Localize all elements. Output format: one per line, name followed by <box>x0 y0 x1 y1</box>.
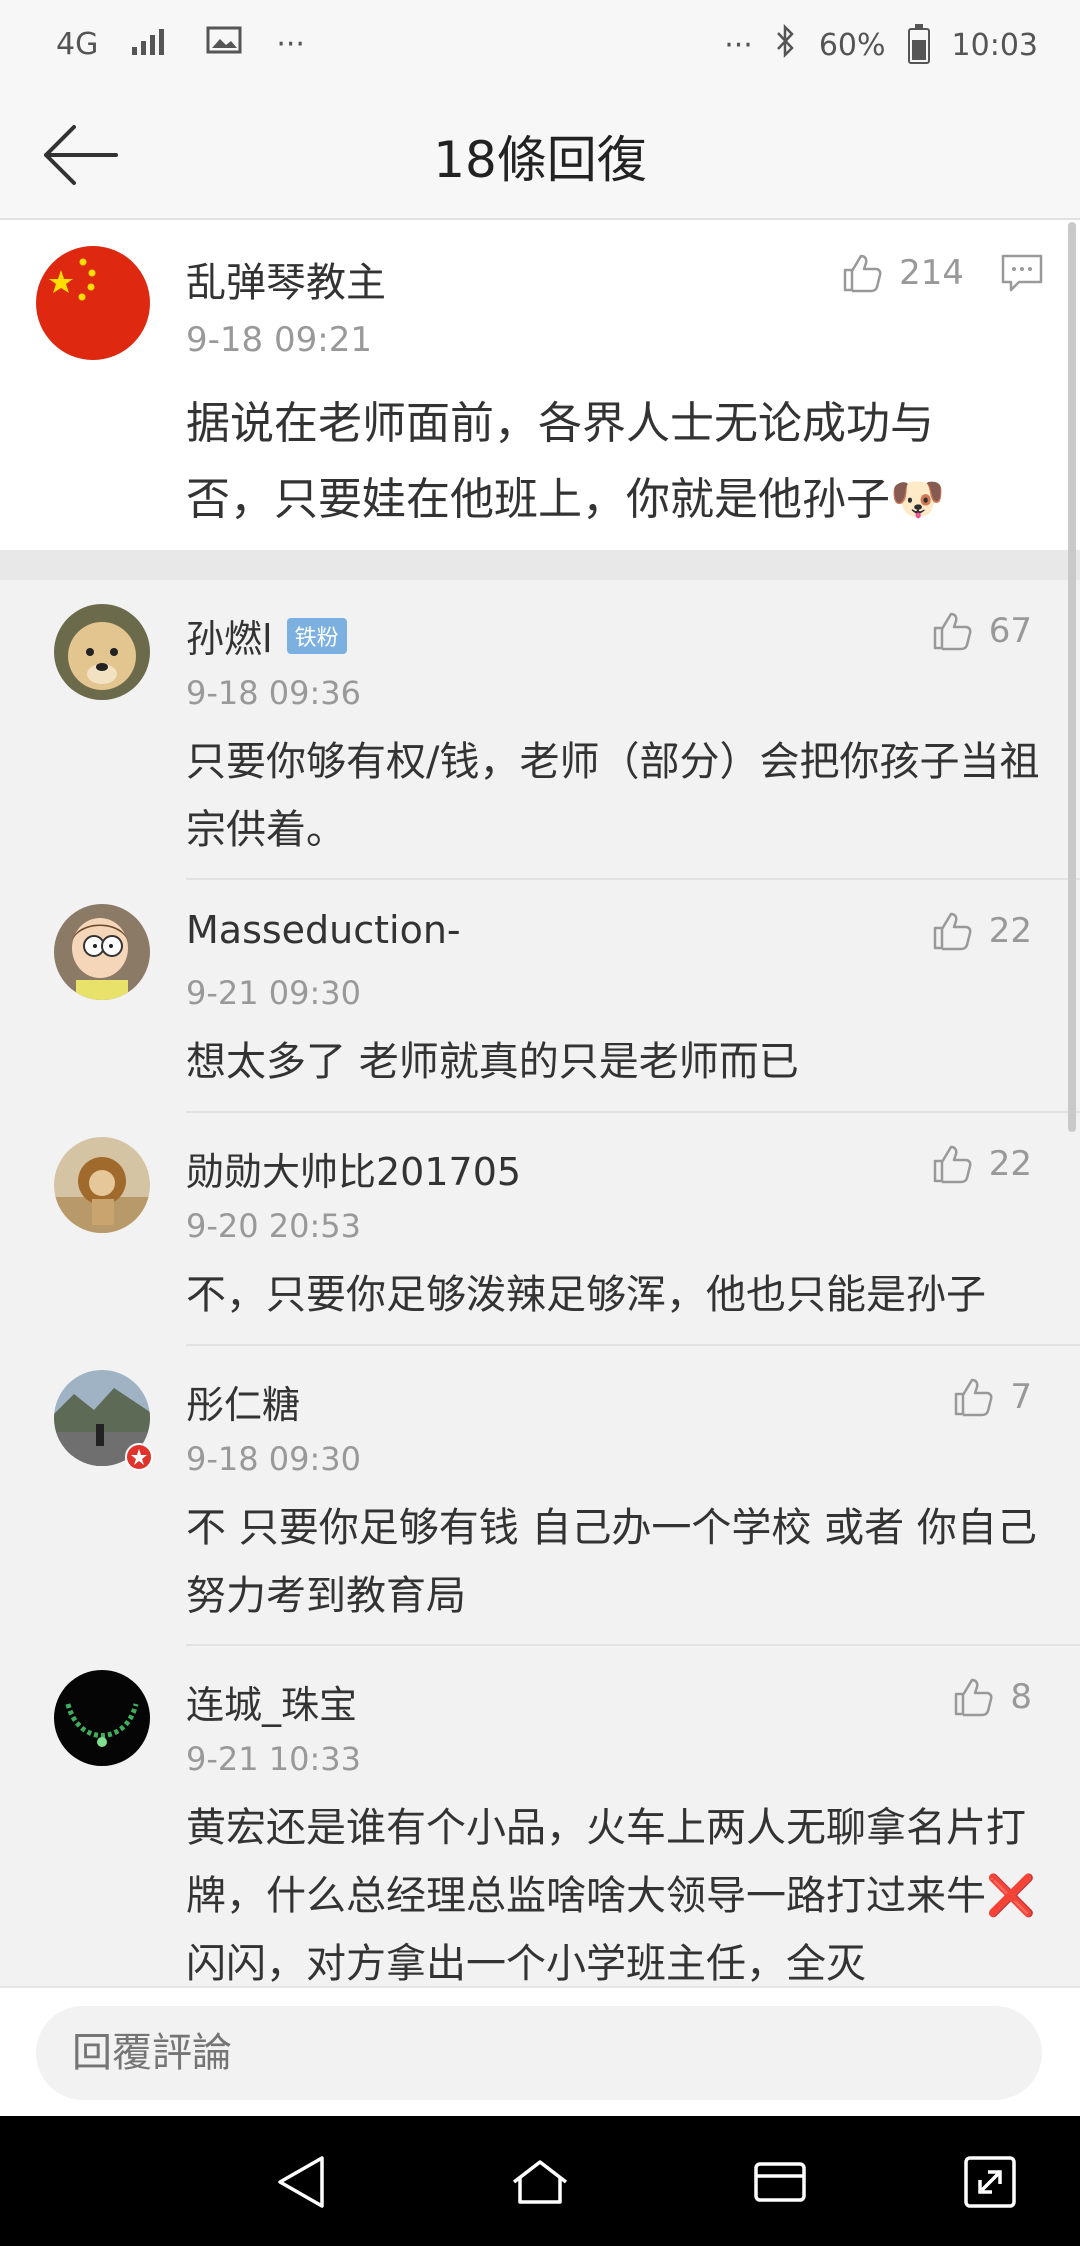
thumbs-up-icon <box>955 1378 993 1417</box>
battery-icon <box>907 23 930 64</box>
thumbs-up-icon <box>933 612 972 651</box>
reply-input-area <box>0 1986 1080 2118</box>
system-nav-bar <box>0 2116 1080 2246</box>
lion-dog-avatar-image <box>54 1137 150 1233</box>
nav-home-icon <box>512 2160 568 2204</box>
author-name[interactable]: 乱弹琴教主 <box>186 250 386 308</box>
comment-text: 想太多了 老师就真的只是老师而已 <box>186 1039 799 1085</box>
nav-home-button[interactable] <box>508 2152 572 2212</box>
timestamp: 9-18 09:36 <box>186 674 362 712</box>
author-name[interactable]: 彤仁糖 <box>186 1374 300 1429</box>
nav-recents-button[interactable] <box>748 2152 812 2212</box>
reply-button[interactable] <box>1000 252 1044 298</box>
more-status-icon: ··· <box>724 28 753 63</box>
like-button[interactable]: 22 <box>929 908 1032 954</box>
fan-badge: 铁粉 <box>286 617 347 654</box>
like-button[interactable]: 22 <box>929 1141 1032 1187</box>
like-count: 67 <box>988 611 1032 651</box>
nav-back-icon <box>278 2156 324 2208</box>
reply-item: 彤仁糖 9-18 09:30 7 不 只要你足够有钱 自己办一个学校 或者 你自… <box>0 1346 1080 1646</box>
avatar[interactable] <box>54 604 150 700</box>
like-count: 7 <box>1010 1377 1032 1417</box>
like-button[interactable]: 8 <box>950 1674 1032 1720</box>
status-bar: 4G ··· ··· 60% 10:03 <box>0 0 1080 90</box>
comment-text: 不 只要你足够有钱 自己办一个学校 或者 你自己努力考到教育局 <box>186 1505 1037 1619</box>
image-icon <box>206 24 242 64</box>
timestamp: 9-21 09:30 <box>186 974 362 1012</box>
scrollbar[interactable] <box>1068 222 1076 1132</box>
reply-item: Masseduction- 9-21 09:30 22 想太多了 老师就真的只是… <box>0 880 1080 1113</box>
thumbs-up-icon <box>933 1145 972 1184</box>
page-title: 18條回復 <box>433 131 647 189</box>
like-count: 22 <box>988 911 1032 951</box>
like-button[interactable]: 67 <box>929 608 1032 654</box>
bluetooth-icon <box>775 23 797 67</box>
thumbs-up-icon <box>843 254 882 293</box>
reply-item: 连城_珠宝 9-21 10:33 8 黄宏还是谁有个小品，火车上两人无聊拿名片打… <box>0 1646 1080 1984</box>
like-count: 8 <box>1010 1677 1032 1717</box>
comment-text: 不，只要你足够泼辣足够浑，他也只能是孙子 <box>186 1272 986 1318</box>
reply-item: 勋勋大帅比201705 9-20 20:53 22 不，只要你足够泼辣足够浑，他… <box>0 1113 1080 1346</box>
avatar[interactable] <box>54 904 150 1000</box>
expand-icon <box>964 2156 1016 2208</box>
comment-text: 黄宏还是谁有个小品，火车上两人无聊拿名片打牌，什么总经理总监啥啥大领导一路打过来… <box>186 1805 1036 1984</box>
battery-percent: 60% <box>818 28 886 63</box>
reply-input[interactable] <box>36 2006 1042 2100</box>
like-button[interactable]: 214 <box>839 250 964 296</box>
clock: 10:03 <box>951 28 1038 63</box>
network-type: 4G <box>56 26 99 62</box>
avatar[interactable] <box>54 1670 150 1766</box>
comment-icon <box>1001 254 1043 292</box>
cartoon-avatar-image <box>54 904 150 1000</box>
like-button[interactable]: 7 <box>950 1374 1032 1420</box>
nav-expand-button[interactable] <box>958 2152 1022 2212</box>
author-name[interactable]: 连城_珠宝 <box>186 1674 357 1729</box>
timestamp: 9-21 10:33 <box>186 1740 362 1778</box>
verified-badge-icon <box>125 1443 153 1471</box>
timestamp: 9-20 20:53 <box>186 1207 362 1245</box>
author-name[interactable]: Masseduction- <box>186 908 461 952</box>
nav-back-button[interactable] <box>270 2152 334 2212</box>
thumbs-up-icon <box>933 912 972 951</box>
section-separator <box>0 550 1080 580</box>
like-count: 214 <box>899 253 964 293</box>
dog-avatar-image <box>54 604 150 700</box>
title-bar: 18條回復 <box>0 90 1080 220</box>
comment-text: 据说在老师面前，各界人士无论成功与否，只要娃在他班上，你就是他孙子🐶 <box>186 398 945 525</box>
timestamp: 9-18 09:21 <box>186 320 372 360</box>
root-comment: 乱弹琴教主 9-18 09:21 214 据说在老师面前，各界人士无论成功与否，… <box>0 220 1080 550</box>
avatar[interactable] <box>54 1137 150 1233</box>
timestamp: 9-18 09:30 <box>186 1440 362 1478</box>
flag-avatar-image <box>36 246 150 360</box>
necklace-avatar-image <box>54 1670 150 1766</box>
comments-list[interactable]: 乱弹琴教主 9-18 09:21 214 据说在老师面前，各界人士无论成功与否，… <box>0 220 1080 1984</box>
signal-icon <box>132 24 172 64</box>
author-row: 孙燃l 铁粉 <box>186 608 347 663</box>
nav-recents-icon <box>754 2162 806 2202</box>
thumbs-up-icon <box>955 1678 993 1717</box>
comment-text: 只要你够有权/钱，老师（部分）会把你孩子当祖宗供着。 <box>186 739 1040 853</box>
author-name[interactable]: 孙燃l <box>186 608 273 663</box>
like-count: 22 <box>988 1144 1032 1184</box>
more-notifications-icon: ··· <box>276 26 305 62</box>
avatar[interactable] <box>36 246 150 360</box>
author-name[interactable]: 勋勋大帅比201705 <box>186 1141 521 1196</box>
reply-item: 孙燃l 铁粉 9-18 09:36 67 只要你够有权/钱，老师（部分）会把你孩… <box>0 580 1080 880</box>
